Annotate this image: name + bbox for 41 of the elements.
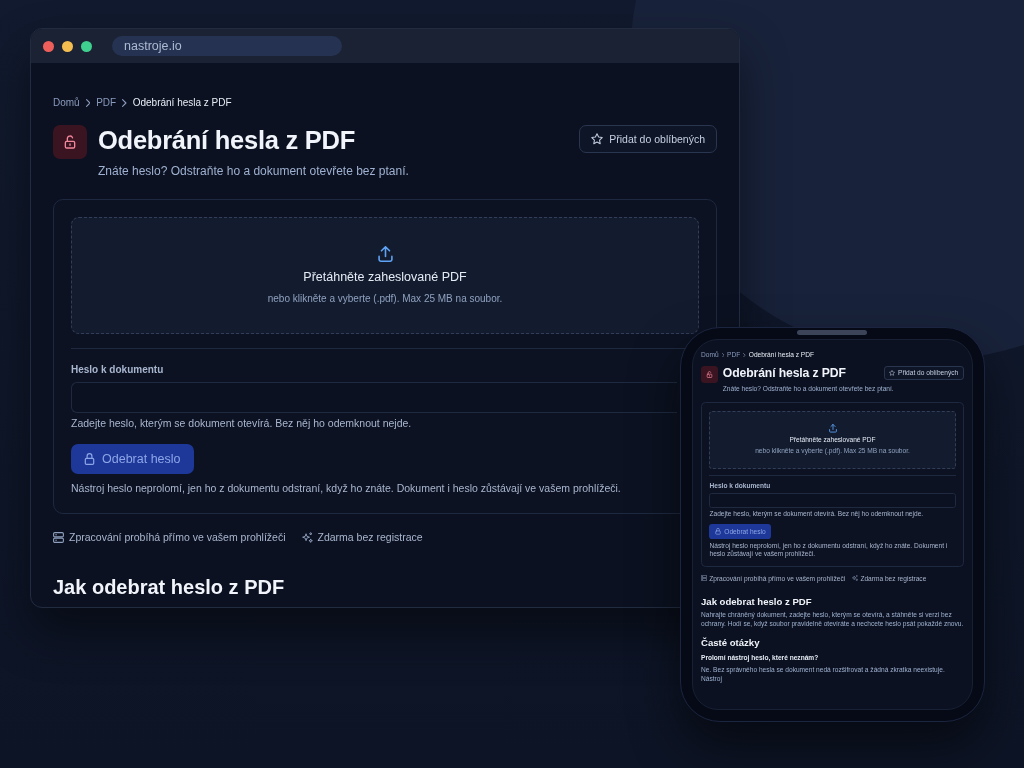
sparkle-icon <box>852 575 859 582</box>
speaker-slot <box>797 330 867 335</box>
breadcrumb-link[interactable]: Domů <box>53 97 80 109</box>
field-help: Zadejte heslo, kterým se dokument otevírá. Bez něj ho odemknout nejde. <box>71 417 412 432</box>
page-subtitle: Znáte heslo? Odstraňte ho a dokument otevřete bez ptaní. <box>98 164 409 179</box>
page-title: Odebrání hesla z PDF <box>98 125 356 156</box>
server-icon <box>53 531 64 543</box>
drop-zone[interactable]: Přetáhněte zaheslované PDF nebo klikněte a vyberte (.pdf). Max 25 MB na soubor. <box>71 217 699 335</box>
chevron-icon <box>721 352 725 358</box>
section-heading: Časté otázky <box>701 636 760 649</box>
padlock-icon <box>701 365 718 383</box>
padlock-icon <box>53 125 87 159</box>
window-zoom-button[interactable] <box>81 40 92 52</box>
page-title: Odebrání hesla z PDF <box>722 365 846 382</box>
drop-zone-title: Přetáhněte zaheslované PDF <box>303 270 467 286</box>
section-heading: Jak odebrat heslo z PDF <box>53 575 285 600</box>
star-icon <box>591 133 604 145</box>
padlock-icon <box>84 453 95 466</box>
favorite-button[interactable]: Přidat do oblíbených <box>579 125 717 153</box>
feature-text: Zdarma bez registrace <box>317 530 423 544</box>
sparkle-icon <box>301 531 313 543</box>
address-bar[interactable]: nastroje.io <box>112 36 342 56</box>
chevron-icon <box>85 99 91 107</box>
password-field[interactable] <box>709 493 956 508</box>
window-minimize-button[interactable] <box>62 40 73 52</box>
privacy-note: Nástroj heslo neprolomí, jen ho z dokumentu odstraní, když ho znáte. Dokument i heslo zůstávají ve vašem prohlížeči. <box>71 481 621 496</box>
drop-zone-hint: nebo klikněte a vyberte (.pdf). Max 25 MB na soubor. <box>267 293 503 306</box>
breadcrumb-link[interactable]: Odebrání hesla z PDF <box>132 97 232 109</box>
server-icon <box>701 575 707 582</box>
breadcrumb-link[interactable]: PDF <box>96 97 117 109</box>
section-heading: Jak odebrat heslo z PDF <box>701 596 812 608</box>
upload-icon <box>828 424 837 433</box>
feature-text: Zpracování probíhá přímo ve vašem prohlížeči <box>69 530 286 544</box>
chevron-icon <box>122 99 127 107</box>
chevron-icon <box>743 352 746 358</box>
padlock-icon <box>715 528 722 535</box>
password-field[interactable] <box>71 382 677 414</box>
upload-icon <box>377 246 393 263</box>
field-label: Heslo k dokumentu <box>71 364 164 377</box>
window-close-button[interactable] <box>43 40 54 52</box>
star-icon <box>889 369 896 376</box>
